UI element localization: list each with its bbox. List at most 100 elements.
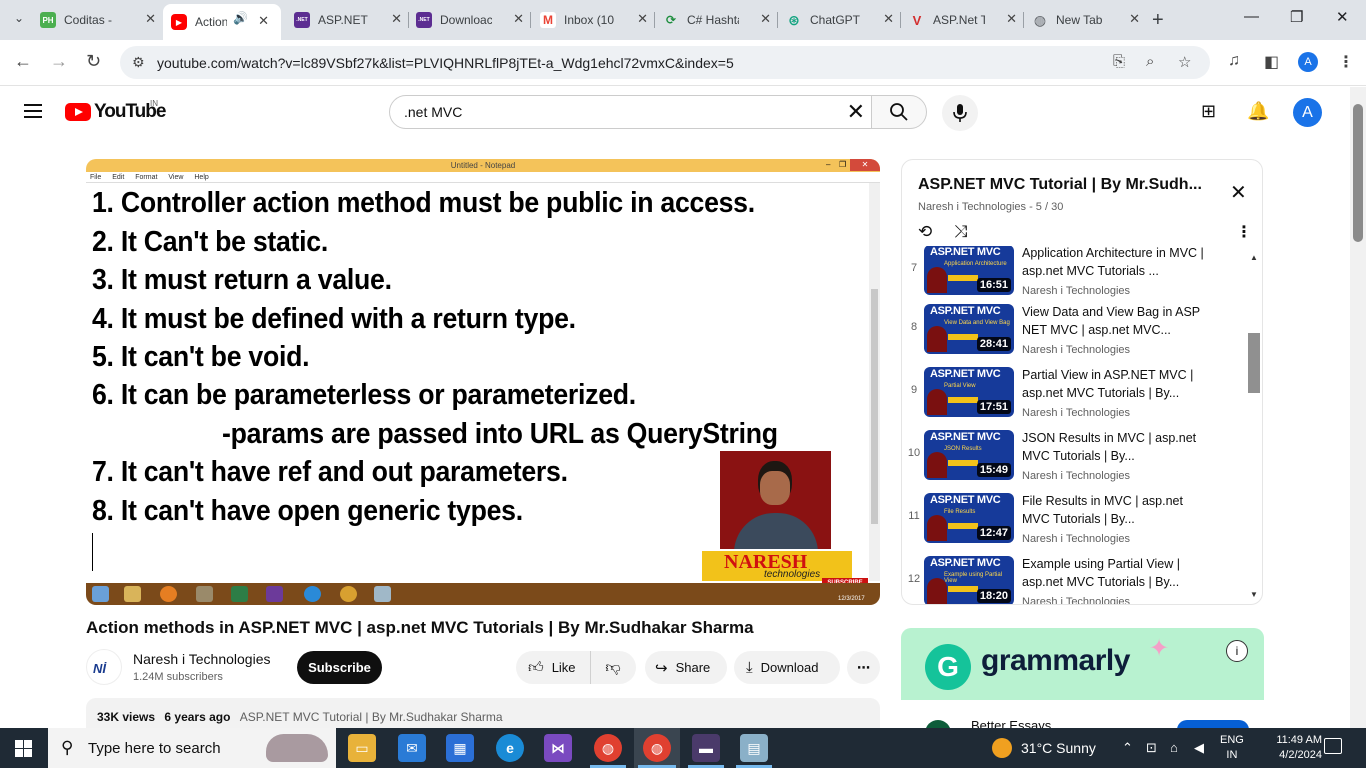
video-thumbnail[interactable]: ASP.NET MVC View Data and View Bag 28:41	[924, 304, 1014, 354]
weather-sun-icon[interactable]	[992, 738, 1012, 758]
ad-headline[interactable]: Better Essays	[971, 718, 1051, 728]
address-bar[interactable]: ⚙ youtube.com/watch?v=lc89VSbf27k&list=P…	[120, 46, 1210, 79]
side-panel-icon[interactable]: ◧	[1264, 52, 1279, 72]
like-button[interactable]: 👍︎ Like	[516, 651, 591, 684]
playlist-item-title[interactable]: Application Architecture in MVC | asp.ne…	[1022, 246, 1212, 280]
close-icon[interactable]: ✕	[637, 11, 648, 27]
taskbar-search-box[interactable]: ⚲ Type here to search	[48, 728, 336, 768]
sidebar-ad[interactable]: G grammarly ✦ i Better Essays	[901, 628, 1264, 728]
playlist-item[interactable]: 11 ASP.NET MVC File Results 12:47 File R…	[902, 489, 1252, 552]
install-app-icon[interactable]: ⎘	[1113, 53, 1125, 70]
tab-search-icon[interactable]: ⌄	[14, 11, 24, 25]
edge-icon[interactable]: e	[496, 734, 524, 762]
scroll-up-icon[interactable]: ▲	[1250, 253, 1258, 262]
tab-csharp-hashtable[interactable]: ⟳ C# Hashta ✕	[663, 6, 775, 34]
ad-info-icon[interactable]: i	[1226, 640, 1248, 662]
tray-chevron-icon[interactable]: ⌃	[1122, 740, 1133, 756]
close-icon[interactable]: ✕	[145, 11, 156, 27]
clear-search-icon[interactable]: ✕	[847, 99, 865, 125]
close-icon[interactable]: ✕	[1129, 11, 1140, 27]
close-icon[interactable]: ✕	[258, 13, 269, 29]
chrome-active-icon[interactable]: ◍	[643, 734, 671, 762]
scroll-down-icon[interactable]: ▼	[1250, 590, 1258, 599]
forward-icon[interactable]: →	[50, 51, 68, 72]
chrome-menu-icon[interactable]: ⋮	[1338, 52, 1354, 72]
playlist-item[interactable]: 9 ASP.NET MVC Partial View 17:51 Partial…	[902, 363, 1252, 426]
playlist-menu-icon[interactable]: ⋮	[1236, 222, 1252, 242]
speaker-icon[interactable]: 🔊	[233, 11, 248, 25]
video-player[interactable]: Untitled - Notepad – ❐ ✕ File Edit Forma…	[86, 159, 880, 605]
zoom-icon[interactable]: ⌕	[1146, 53, 1154, 70]
video-thumbnail[interactable]: ASP.NET MVC Partial View 17:51	[924, 367, 1014, 417]
window-close-icon[interactable]: ✕	[1336, 8, 1349, 26]
download-button[interactable]: ⤓ Download	[734, 651, 840, 684]
playlist-item[interactable]: 10 ASP.NET MVC JSON Results 15:49 JSON R…	[902, 426, 1252, 489]
network-icon[interactable]: ⌂	[1170, 740, 1178, 755]
playlist-item-title[interactable]: Example using Partial View | asp.net MVC…	[1022, 555, 1212, 591]
volume-icon[interactable]: ◀︎	[1194, 740, 1204, 756]
windows-start-icon[interactable]	[15, 740, 32, 757]
subscribe-button[interactable]: Subscribe	[297, 651, 382, 684]
page-scrollbar-thumb[interactable]	[1353, 104, 1363, 242]
close-icon[interactable]: ✕	[760, 11, 771, 27]
tab-coditas[interactable]: PH Coditas - ✕	[40, 6, 160, 34]
playlist-item[interactable]: 12 ASP.NET MVC Example using Partial Vie…	[902, 552, 1252, 604]
playlist-item[interactable]: 7 ASP.NET MVC Application Architecture 1…	[902, 246, 1252, 304]
tab-download[interactable]: .NET Downloac ✕	[416, 6, 528, 34]
video-thumbnail[interactable]: ASP.NET MVC Application Architecture 16:…	[924, 246, 1014, 295]
channel-avatar[interactable]: Nİ	[86, 649, 122, 685]
more-actions-button[interactable]: ⋯	[847, 651, 880, 684]
weather-text[interactable]: 31°C Sunny	[1021, 740, 1096, 756]
playlist-title[interactable]: ASP.NET MVC Tutorial | By Mr.Sudh...	[918, 176, 1202, 194]
browser-profile-avatar[interactable]: A	[1298, 52, 1318, 72]
taskbar-search-placeholder[interactable]: Type here to search	[88, 740, 221, 757]
close-icon[interactable]: ✕	[513, 11, 524, 27]
playlist-item-title[interactable]: View Data and View Bag in ASP NET MVC | …	[1022, 303, 1212, 339]
site-info-icon[interactable]: ⚙	[132, 54, 145, 71]
playlist-item-title[interactable]: File Results in MVC | asp.net MVC Tutori…	[1022, 492, 1212, 528]
close-playlist-icon[interactable]: ✕	[1230, 180, 1247, 205]
close-icon[interactable]: ✕	[1006, 11, 1017, 27]
notepad-icon[interactable]: ▤	[740, 734, 768, 762]
dislike-button[interactable]: 👎︎	[591, 651, 635, 684]
video-thumbnail[interactable]: ASP.NET MVC JSON Results 15:49	[924, 430, 1014, 480]
youtube-account-avatar[interactable]: A	[1293, 98, 1322, 127]
restore-icon[interactable]: ❐	[1290, 8, 1303, 26]
notification-center-icon[interactable]	[1324, 738, 1342, 754]
chrome-icon[interactable]: ◍	[594, 734, 622, 762]
playlist-item-title[interactable]: Partial View in ASP.NET MVC | asp.net MV…	[1022, 366, 1212, 402]
search-query-text[interactable]: .net MVC	[404, 104, 462, 120]
terminal-icon[interactable]: ▬	[692, 734, 720, 762]
ad-banner[interactable]: G grammarly ✦ i	[901, 628, 1264, 700]
tab-aspnet-2[interactable]: V ASP.Net T ✕	[909, 6, 1021, 34]
search-input[interactable]: .net MVC ✕	[389, 95, 872, 129]
mail-icon[interactable]: ✉	[398, 734, 426, 762]
playlist-link[interactable]: ASP.NET MVC Tutorial | By Mr.Sudhakar Sh…	[240, 710, 503, 724]
file-explorer-icon[interactable]: ▭	[348, 734, 376, 762]
guide-menu-icon[interactable]	[24, 104, 42, 118]
close-icon[interactable]: ✕	[391, 11, 402, 27]
back-icon[interactable]: ←	[14, 51, 32, 72]
voice-search-button[interactable]	[942, 95, 978, 131]
playlist-item[interactable]: 8 ASP.NET MVC View Data and View Bag 28:…	[902, 300, 1252, 363]
search-button[interactable]	[871, 95, 927, 129]
input-language[interactable]: ENG IN	[1220, 733, 1244, 763]
close-icon[interactable]: ✕	[883, 11, 894, 27]
tab-chatgpt[interactable]: ⊛ ChatGPT ✕	[786, 6, 898, 34]
reload-icon[interactable]: ↻	[86, 51, 101, 72]
store-icon[interactable]: ▦	[446, 734, 474, 762]
channel-name[interactable]: Naresh i Technologies	[133, 651, 271, 667]
new-tab-plus-icon[interactable]: +	[1152, 9, 1164, 32]
system-clock[interactable]: 11:49 AM 4/2/2024	[1272, 733, 1322, 763]
media-control-icon[interactable]: ♫	[1228, 52, 1240, 70]
visual-studio-icon[interactable]: ⋈	[544, 734, 572, 762]
url-text[interactable]: youtube.com/watch?v=lc89VSbf27k&list=PLV…	[157, 55, 734, 71]
playlist-item-title[interactable]: JSON Results in MVC | asp.net MVC Tutori…	[1022, 429, 1212, 465]
tab-new-tab[interactable]: ◍ New Tab ✕	[1032, 6, 1144, 34]
playlist-scrollbar-thumb[interactable]	[1248, 333, 1260, 393]
video-thumbnail[interactable]: ASP.NET MVC File Results 12:47	[924, 493, 1014, 543]
loop-icon[interactable]: ⟲	[918, 222, 932, 242]
youtube-logo-icon[interactable]	[65, 103, 91, 121]
tab-aspnet-1[interactable]: .NET ASP.NET I ✕	[294, 6, 406, 34]
bookmark-star-icon[interactable]: ☆	[1178, 53, 1191, 71]
